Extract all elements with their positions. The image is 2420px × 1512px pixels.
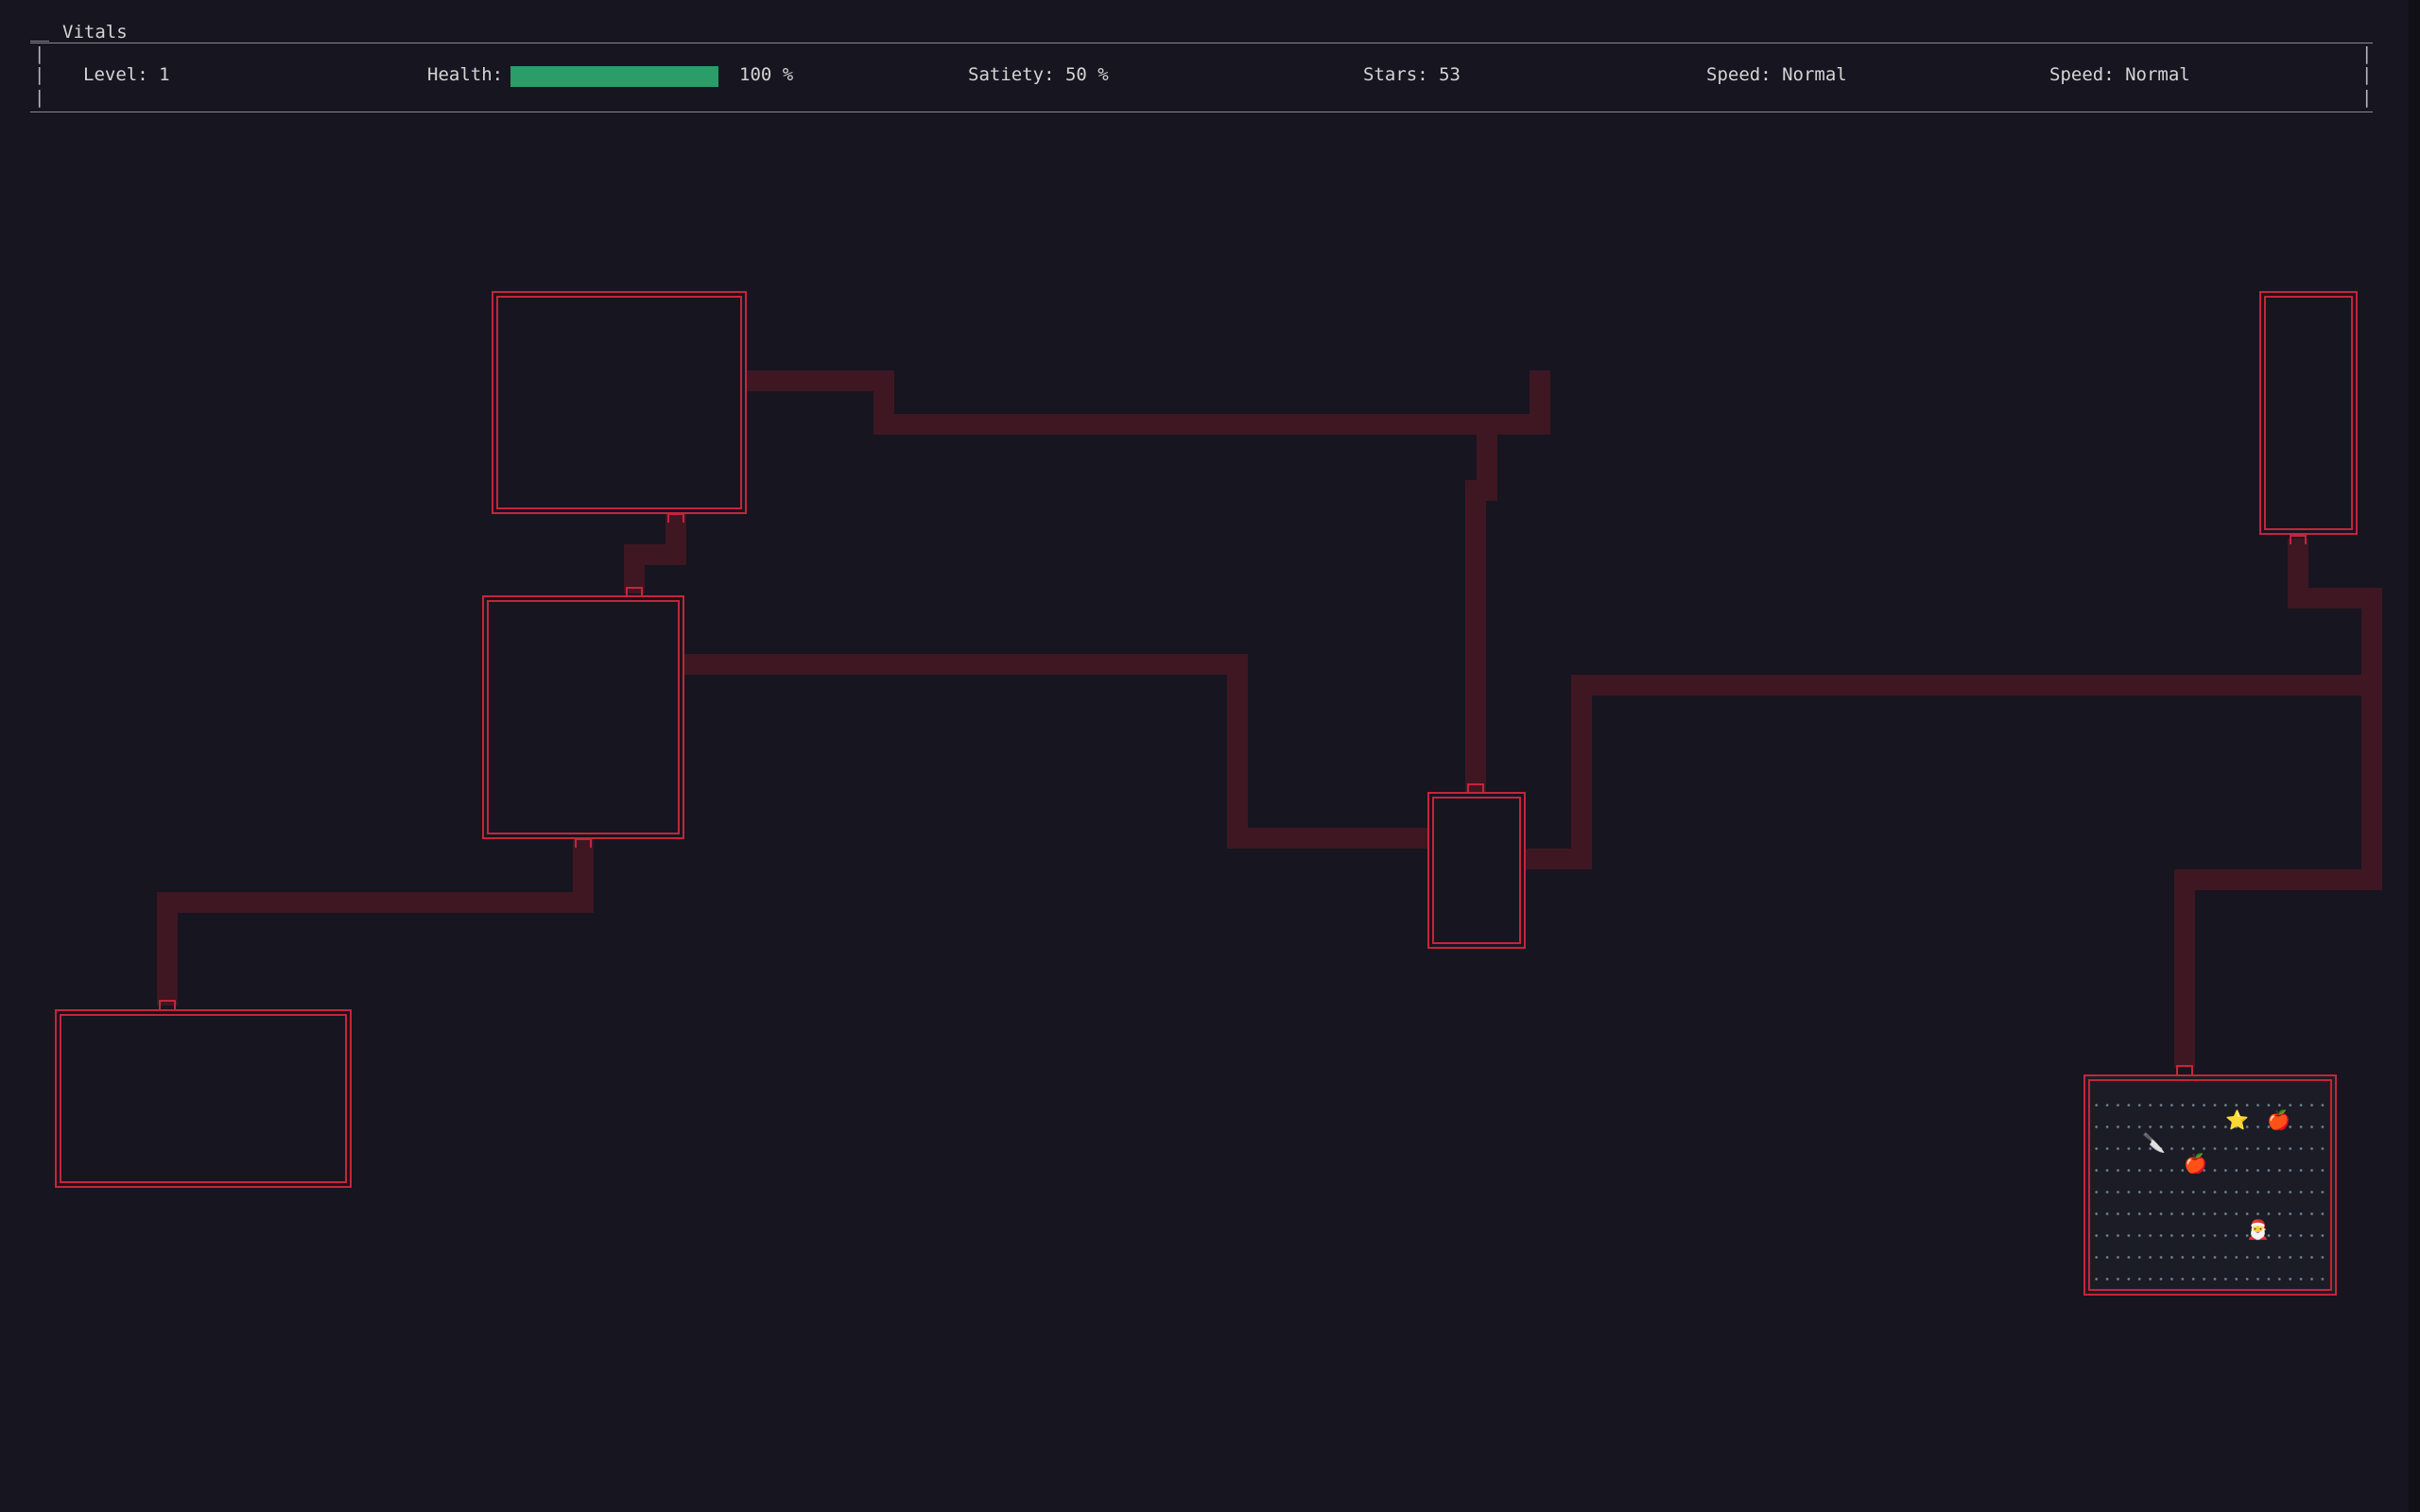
corridor — [1465, 480, 1486, 792]
door — [159, 1000, 176, 1009]
corridor — [157, 892, 594, 913]
room-top-right — [2259, 291, 2358, 535]
dungeon-corridors — [157, 370, 2382, 1068]
corridor — [2174, 869, 2382, 890]
room-floor — [2091, 1094, 2329, 1283]
room-top-left — [492, 291, 747, 514]
door — [2176, 1065, 2193, 1074]
corridor — [1571, 675, 2373, 696]
door — [575, 838, 592, 848]
corridor — [1227, 654, 1248, 849]
corridor — [1571, 675, 1592, 869]
knife-item[interactable]: 🔪 — [2142, 1132, 2166, 1153]
corridor — [2361, 588, 2382, 890]
door — [1467, 783, 1484, 793]
corridor — [157, 892, 178, 1005]
corridor — [683, 654, 1248, 675]
room-small-center — [1427, 792, 1526, 949]
corridor — [1227, 828, 1429, 849]
corridor — [873, 414, 1550, 435]
corridor — [745, 370, 894, 391]
apple-item[interactable]: 🍎 — [2267, 1109, 2290, 1130]
apple-item[interactable]: 🍎 — [2184, 1153, 2207, 1174]
room-bottom-left — [55, 1009, 352, 1188]
room-middle-left — [482, 595, 684, 839]
star-item[interactable]: ⭐ — [2225, 1109, 2249, 1130]
door — [626, 587, 643, 596]
door — [667, 513, 684, 523]
door — [2290, 535, 2307, 544]
player-character: 🎅 — [2246, 1218, 2270, 1241]
corridor — [1530, 370, 1550, 435]
corridor — [2174, 869, 2195, 1068]
